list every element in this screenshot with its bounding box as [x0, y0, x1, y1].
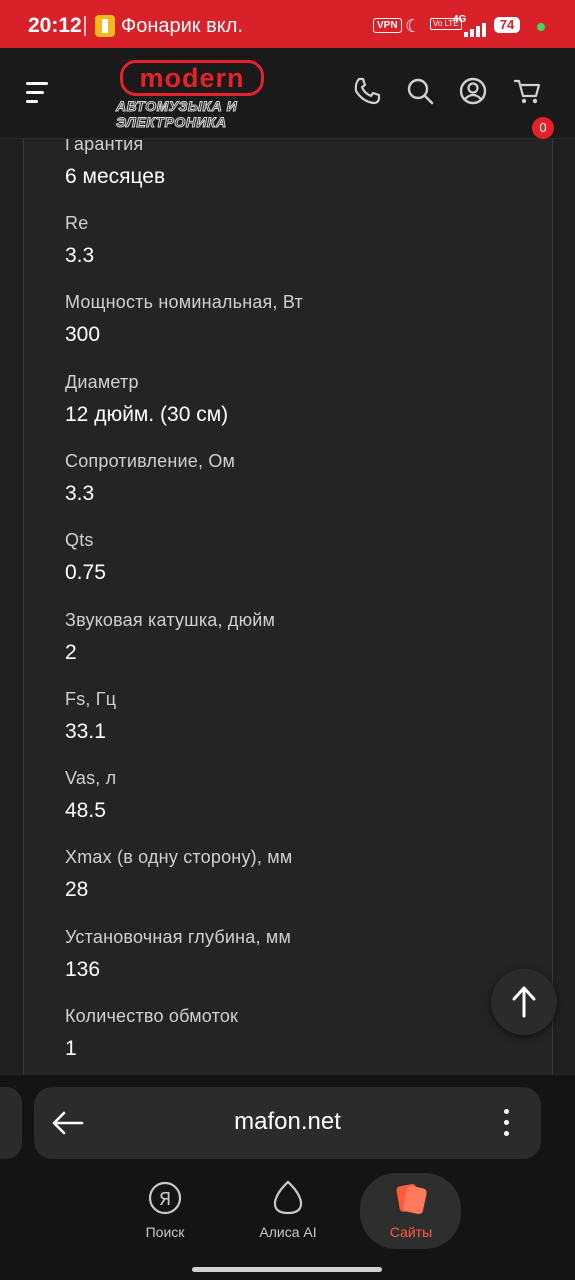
spec-value: 136 [65, 958, 101, 981]
logo-tagline-2: ЭЛЕКТРОНИКА [116, 114, 227, 131]
logo[interactable]: modern АВТОМУЗЫКА И ЭЛЕКТРОНИКА [116, 58, 268, 132]
site-header: modern АВТОМУЗЫКА И ЭЛЕКТРОНИКА 0 [0, 48, 575, 139]
browser-toolbar: mafon.net Я Поиск Алиса AI Сайты [0, 1075, 575, 1280]
url-text[interactable]: mafon.net [34, 1108, 541, 1136]
tab-sites-label: Сайты [389, 1224, 433, 1240]
product-specs: Гарантия 6 месяцев Re 3.3 Мощность номин… [0, 139, 575, 1075]
spec-row: Диаметр 12 дюйм. (30 см) [65, 372, 228, 427]
search-icon[interactable] [404, 75, 436, 107]
spec-label: Количество обмоток [65, 1006, 239, 1026]
account-icon[interactable] [457, 75, 489, 107]
svg-text:Я: Я [159, 1189, 172, 1210]
menu-icon[interactable] [26, 82, 52, 104]
spec-value: 6 месяцев [65, 165, 166, 188]
spec-row: Qts 0.75 [65, 530, 106, 585]
spec-row: Количество обмоток 1 [65, 1006, 238, 1061]
tab-alice[interactable]: Алиса AI [238, 1172, 338, 1252]
spec-value: 3.3 [65, 482, 95, 505]
spec-value: 48.5 [65, 799, 106, 822]
spec-value: 2 [65, 641, 77, 664]
signal-icon [456, 23, 486, 37]
spec-value: 0.75 [65, 561, 106, 584]
phone-icon[interactable] [351, 75, 383, 107]
tab-alice-label: Алиса AI [259, 1224, 317, 1240]
spec-row: Xmax (в одну сторону), мм 28 [65, 847, 292, 902]
address-bar[interactable]: mafon.net [34, 1087, 541, 1159]
status-bar: 20:12 Фонарик вкл. VPN ☾ Vo LTE 4G 74 [0, 0, 575, 48]
spec-label: Диаметр [65, 372, 139, 392]
spec-value: 300 [65, 323, 101, 346]
do-not-disturb-icon: ☾ [405, 16, 422, 36]
spec-row: Re 3.3 [65, 213, 94, 268]
more-options-icon[interactable] [494, 1107, 518, 1139]
spec-row: Сопротивление, Ом 3.3 [65, 451, 235, 506]
spec-label: Re [65, 213, 89, 233]
spec-label: Fs, Гц [65, 689, 117, 709]
spec-value: 28 [65, 878, 89, 901]
privacy-indicator-icon [537, 23, 545, 31]
status-notification: Фонарик вкл. [121, 15, 243, 37]
spec-value: 12 дюйм. (30 см) [65, 403, 229, 426]
sites-icon [396, 1184, 427, 1215]
cart-icon[interactable] [511, 75, 543, 107]
spec-value: 1 [65, 1037, 77, 1060]
spec-label: Мощность номинальная, Вт [65, 292, 303, 312]
spec-value: 3.3 [65, 244, 95, 267]
status-time: 20:12 [28, 14, 82, 37]
home-gesture-bar[interactable] [192, 1267, 382, 1272]
spec-label: Сопротивление, Ом [65, 451, 236, 471]
spec-label: Гарантия [65, 139, 144, 154]
vpn-icon: VPN [373, 18, 402, 33]
spec-row: Мощность номинальная, Вт 300 [65, 292, 303, 347]
tab-search-label: Поиск [145, 1224, 185, 1240]
spec-row: Fs, Гц 33.1 [65, 689, 116, 744]
spec-label: Звуковая катушка, дюйм [65, 610, 276, 630]
cart-count-badge: 0 [532, 117, 554, 139]
status-divider [84, 16, 86, 36]
battery-icon: 74 [494, 17, 520, 33]
spec-label: Vas, л [65, 768, 117, 788]
spec-label: Qts [65, 530, 94, 550]
spec-value: 33.1 [65, 720, 106, 743]
tab-sites[interactable]: Сайты [361, 1172, 461, 1252]
logo-tagline-1: АВТОМУЗЫКА И [116, 98, 238, 115]
yandex-search-icon: Я [148, 1181, 182, 1215]
logo-word: modern [120, 60, 264, 96]
arrow-up-icon [512, 986, 536, 1018]
flashlight-icon [95, 15, 115, 37]
tab-search[interactable]: Я Поиск [115, 1172, 215, 1252]
spec-row: Гарантия 6 месяцев [65, 139, 165, 189]
spec-row: Vas, л 48.5 [65, 768, 116, 823]
alice-icon [273, 1180, 303, 1215]
spec-row: Установочная глубина, мм 136 [65, 927, 291, 982]
spec-label: Xmax (в одну сторону), мм [65, 847, 293, 867]
previous-tab-peek[interactable] [0, 1087, 22, 1159]
spec-label: Установочная глубина, мм [65, 927, 292, 947]
scroll-to-top-button[interactable] [491, 969, 557, 1035]
spec-row: Звуковая катушка, дюйм 2 [65, 610, 275, 665]
